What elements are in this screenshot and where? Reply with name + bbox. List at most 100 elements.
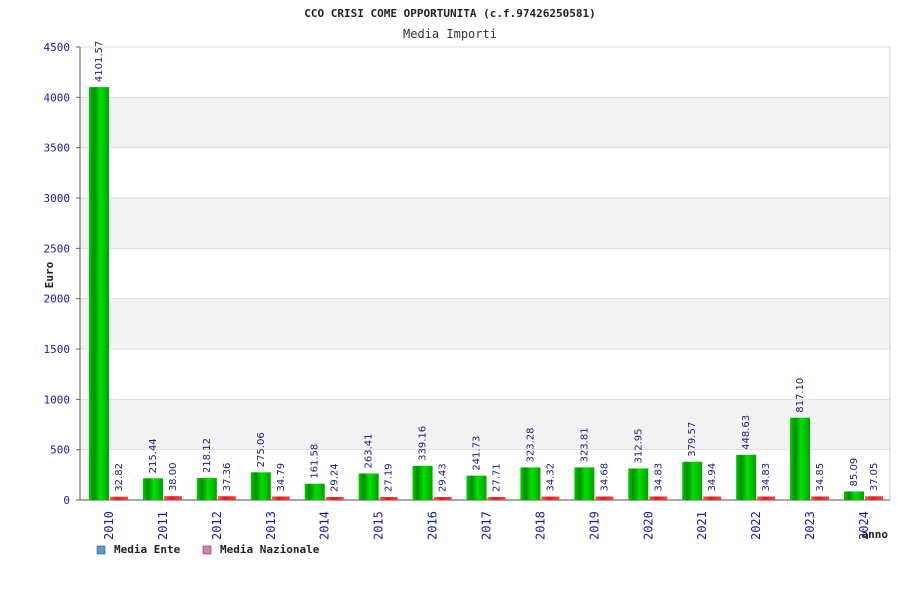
bar-media-nazionale — [595, 496, 614, 500]
data-label-media-nazionale: 37.36 — [222, 463, 233, 492]
data-label-media-nazionale: 34.85 — [815, 463, 826, 492]
data-label-media-ente: 161.58 — [310, 444, 321, 479]
data-label-media-ente: 4101.57 — [94, 41, 105, 82]
legend-swatch-media-nazionale — [202, 545, 212, 555]
data-label-media-nazionale: 34.79 — [276, 463, 287, 492]
y-tick-label: 0 — [63, 494, 70, 507]
data-label-media-nazionale: 29.43 — [438, 463, 449, 492]
bar-chart: CCO CRISI COME OPPORTUNITA (c.f.97426250… — [43, 7, 891, 556]
data-label-media-nazionale: 34.83 — [761, 463, 772, 492]
data-label-media-nazionale: 27.19 — [384, 463, 395, 492]
data-label-media-ente: 275.06 — [256, 432, 267, 467]
data-label-media-nazionale: 27.71 — [491, 463, 502, 492]
data-label-media-ente: 85.09 — [849, 458, 860, 487]
bar-media-nazionale — [379, 497, 398, 500]
bar-media-nazionale — [325, 497, 344, 500]
data-label-media-ente: 263.41 — [364, 433, 375, 468]
bar-media-ente — [358, 473, 379, 500]
x-tick-label: 2012 — [210, 511, 224, 540]
y-tick-label: 4500 — [44, 41, 71, 54]
x-tick-label: 2019 — [587, 511, 601, 540]
x-tick-label: 2010 — [102, 511, 116, 540]
bar-media-nazionale — [541, 496, 560, 500]
bar-media-nazionale — [433, 497, 452, 500]
data-label-media-nazionale: 34.83 — [653, 463, 664, 492]
y-axis-label: Euro — [43, 261, 56, 288]
plot-band — [80, 97, 890, 148]
y-tick-label: 1500 — [44, 343, 71, 356]
data-label-media-nazionale: 32.82 — [114, 463, 125, 492]
plot-band — [80, 248, 890, 299]
y-tick-label: 2000 — [44, 293, 71, 306]
x-tick-label: 2013 — [264, 511, 278, 540]
bar-media-ente — [843, 491, 864, 500]
bar-media-ente — [574, 467, 595, 500]
y-tick-label: 1000 — [44, 393, 71, 406]
data-label-media-ente: 312.95 — [633, 428, 644, 463]
x-tick-label: 2023 — [803, 511, 817, 540]
plot-band — [80, 298, 890, 349]
data-label-media-ente: 817.10 — [795, 378, 806, 413]
x-tick-label: 2017 — [479, 511, 493, 540]
data-label-media-ente: 448.63 — [741, 415, 752, 450]
bar-media-ente — [628, 468, 649, 500]
bar-media-nazionale — [271, 496, 290, 500]
bar-media-ente — [412, 465, 433, 500]
x-tick-label: 2021 — [695, 511, 709, 540]
bar-media-nazionale — [757, 496, 776, 500]
x-tick-label: 2022 — [749, 511, 763, 540]
bar-media-nazionale — [217, 496, 236, 500]
legend-label-media-ente: Media Ente — [114, 543, 181, 556]
x-axis-label: anno — [862, 528, 889, 541]
x-tick-label: 2011 — [156, 511, 170, 540]
plot-band — [80, 47, 890, 98]
plot-band — [80, 349, 890, 400]
chart-title: CCO CRISI COME OPPORTUNITA (c.f.97426250… — [304, 7, 595, 20]
y-tick-label: 2500 — [44, 242, 71, 255]
bar-media-nazionale — [703, 496, 722, 500]
x-tick-label: 2015 — [372, 511, 386, 540]
legend-swatch-media-ente — [96, 545, 106, 555]
data-label-media-ente: 339.16 — [418, 426, 429, 461]
bar-media-nazionale — [649, 496, 668, 500]
y-tick-label: 3000 — [44, 192, 71, 205]
chart-subtitle: Media Importi — [403, 27, 497, 41]
data-label-media-nazionale: 29.24 — [330, 463, 341, 492]
plot-band — [80, 198, 890, 249]
bar-media-ente — [196, 478, 217, 500]
x-tick-label: 2016 — [426, 511, 440, 540]
bar-media-nazionale — [864, 496, 883, 500]
bar-media-nazionale — [163, 496, 182, 500]
plot-band — [80, 147, 890, 198]
data-label-media-nazionale: 34.94 — [707, 463, 718, 492]
legend: Media Ente Media Nazionale — [96, 543, 320, 556]
data-label-media-ente: 379.57 — [687, 422, 698, 457]
x-tick-label: 2018 — [533, 511, 547, 540]
bar-media-ente — [304, 483, 325, 500]
data-label-media-ente: 323.81 — [579, 427, 590, 462]
data-label-media-ente: 218.12 — [202, 438, 213, 473]
bar-media-ente — [682, 461, 703, 500]
x-axis-ticks: 2010 2011 2012 2013 2014 2015 2016 2017 2018 2019… — [102, 511, 871, 540]
bar-media-ente — [250, 472, 271, 500]
bar-media-nazionale — [811, 496, 830, 500]
bar-media-ente — [89, 87, 109, 501]
data-label-media-ente: 215.44 — [148, 438, 159, 473]
x-tick-label: 2014 — [318, 511, 332, 540]
data-label-media-nazionale: 38.00 — [168, 463, 179, 492]
legend-label-media-nazionale: Media Nazionale — [220, 543, 320, 556]
data-label-media-nazionale: 37.05 — [869, 463, 880, 492]
data-label-media-ente: 241.73 — [471, 436, 482, 471]
y-tick-label: 4000 — [44, 91, 71, 104]
bar-media-ente — [736, 454, 757, 500]
y-tick-label: 3500 — [44, 142, 71, 155]
data-label-media-ente: 323.28 — [525, 427, 536, 462]
bar-media-nazionale — [487, 497, 506, 500]
bar-media-ente — [520, 467, 541, 500]
bar-media-ente — [790, 417, 811, 500]
bar-media-ente — [466, 475, 487, 500]
y-tick-label: 500 — [50, 444, 70, 457]
bar-media-ente — [142, 478, 163, 500]
data-label-media-nazionale: 34.32 — [545, 463, 556, 492]
data-label-media-nazionale: 34.68 — [599, 463, 610, 492]
